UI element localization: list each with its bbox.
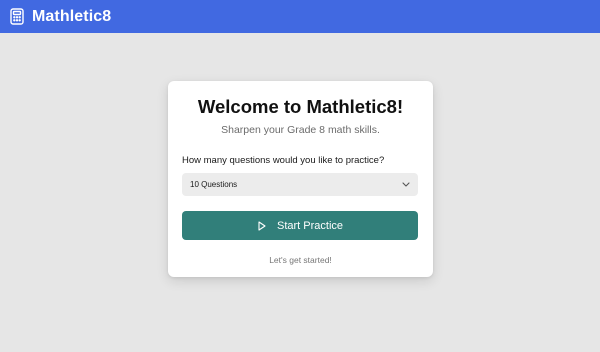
welcome-card: Welcome to Mathletic8! Sharpen your Grad…: [168, 81, 433, 277]
card-title: Welcome to Mathletic8!: [197, 96, 404, 117]
chevron-down-icon: [401, 180, 410, 189]
app-title: Mathletic8: [32, 7, 112, 25]
question-count-select[interactable]: 10 Questions: [182, 173, 418, 196]
app-header: Mathletic8: [0, 0, 600, 33]
play-icon: [257, 220, 267, 231]
select-value: 10 Questions: [190, 180, 238, 189]
footer-text: Let's get started!: [269, 255, 332, 265]
start-practice-label: Start Practice: [276, 219, 344, 232]
question-count-label: How many questions would you like to pra…: [182, 155, 385, 166]
start-practice-button[interactable]: Start Practice: [182, 211, 418, 240]
card-subtitle: Sharpen your Grade 8 math skills.: [221, 124, 380, 136]
calculator-icon: [9, 8, 25, 26]
